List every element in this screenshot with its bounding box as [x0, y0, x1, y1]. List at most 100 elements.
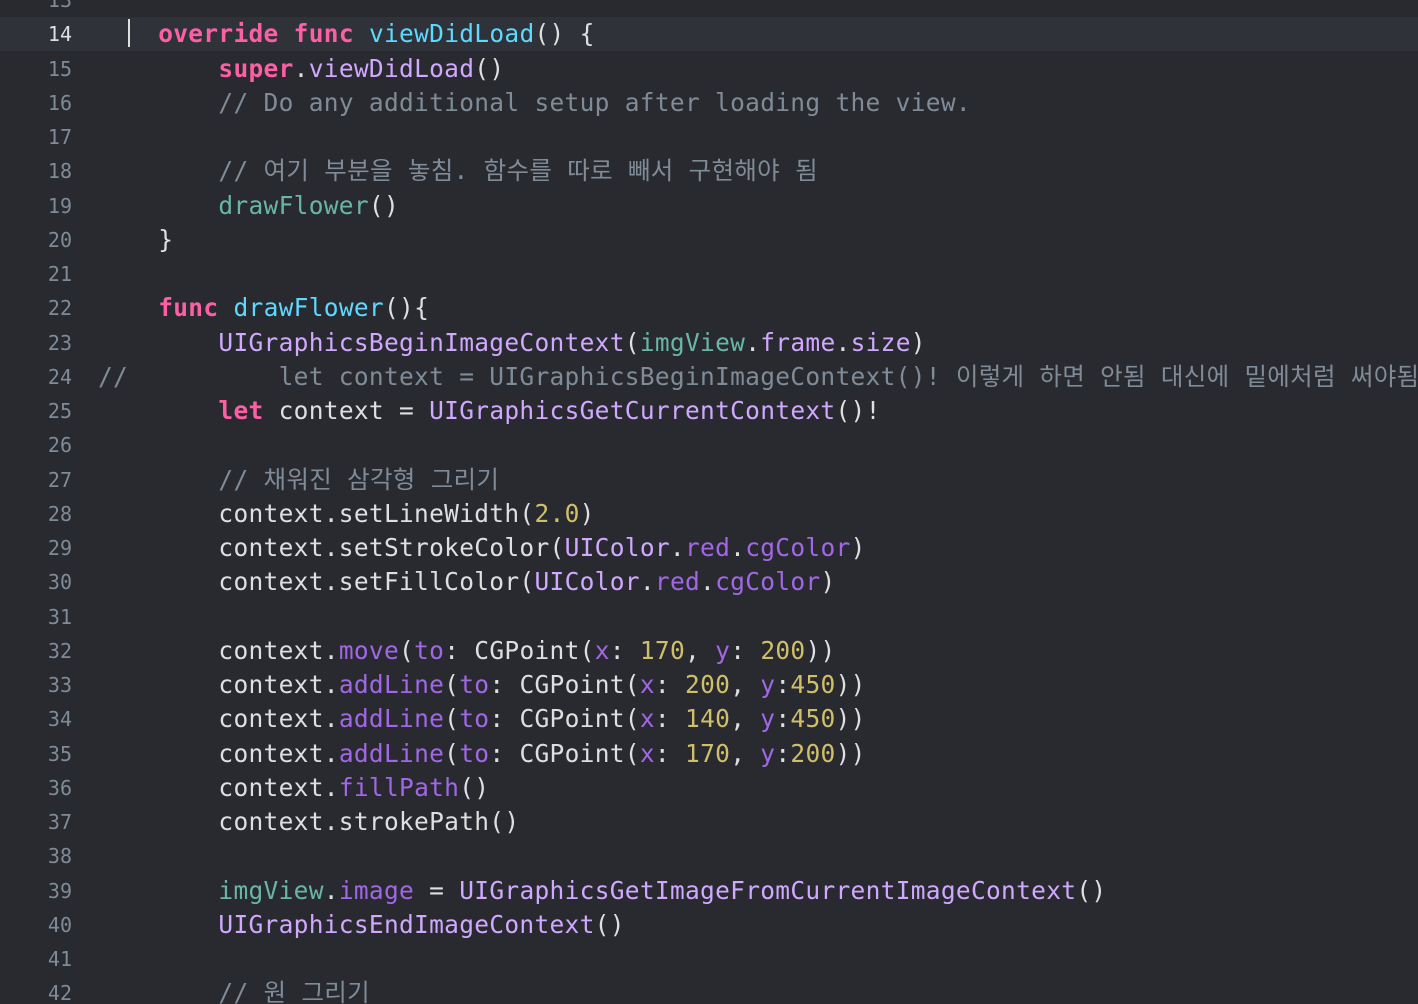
code-line[interactable]: 30 context.setFillColor(UIColor.red.cgCo…	[0, 565, 1418, 599]
code-line[interactable]: 34 context.addLine(to: CGPoint(x: 140, y…	[0, 702, 1418, 736]
code-token: : CGPoint(	[489, 738, 640, 768]
line-number: 27	[47, 467, 72, 492]
code-line[interactable]: 21	[0, 257, 1418, 291]
code-editor[interactable]: 13 14 override func viewDidLoad() {15 sup…	[0, 0, 1418, 1004]
line-number: 42	[47, 981, 72, 1004]
line-number: 39	[47, 878, 72, 903]
code-text: let context = UIGraphicsGetCurrentContex…	[98, 396, 881, 426]
line-number: 29	[47, 536, 72, 560]
code-token: cgColor	[745, 533, 851, 562]
code-line[interactable]: 13	[0, 0, 1418, 17]
code-token: (	[444, 704, 460, 734]
code-token: ,	[730, 704, 761, 734]
code-token: ,	[730, 670, 761, 699]
code-line[interactable]: 14 override func viewDidLoad() {	[0, 17, 1418, 52]
code-token: fillPath	[338, 772, 460, 802]
line-number: 30	[47, 570, 72, 595]
code-token: }	[98, 224, 174, 254]
text-cursor	[128, 19, 130, 48]
code-text: override func viewDidLoad() {	[98, 19, 595, 49]
code-token: imgView	[639, 327, 746, 357]
code-line[interactable]: 28 context.setLineWidth(2.0)	[0, 497, 1418, 531]
code-line[interactable]: 24 // let context = UIGraphicsBeginImageC…	[0, 360, 1418, 394]
code-token: (	[444, 738, 460, 768]
code-line[interactable]: 31	[0, 600, 1418, 634]
line-number: 33	[47, 673, 72, 697]
code-token: context.	[98, 704, 339, 734]
code-token: UIGraphicsGetCurrentContext	[429, 396, 836, 425]
code-line[interactable]: 41	[0, 942, 1418, 976]
line-number: 32	[47, 638, 72, 663]
code-token: drawFlower	[218, 190, 369, 220]
code-line[interactable]: 16 // Do any additional setup after load…	[0, 86, 1418, 120]
code-token: context =	[263, 396, 430, 425]
code-line[interactable]: 27 // 채워진 삼각형 그리기	[0, 463, 1418, 497]
line-number: 20	[47, 227, 72, 252]
code-line[interactable]: 15 super.viewDidLoad()	[0, 52, 1418, 86]
code-line[interactable]: 17	[0, 120, 1418, 154]
code-line[interactable]: 29 context.setStrokeColor(UIColor.red.cg…	[0, 531, 1418, 565]
code-token: :	[730, 635, 761, 665]
code-token: imgView	[218, 875, 324, 905]
code-line[interactable]: 39 imgView.image = UIGraphicsGetImageFro…	[0, 874, 1418, 908]
code-line[interactable]: 19 drawFlower()	[0, 189, 1418, 223]
code-token: override	[158, 19, 279, 49]
code-token: (	[624, 327, 640, 357]
code-line[interactable]: 25 let context = UIGraphicsGetCurrentCon…	[0, 394, 1418, 428]
code-line[interactable]: 37 context.strokePath()	[0, 805, 1418, 839]
line-number: 31	[47, 604, 72, 629]
code-token: context.setFillColor(	[98, 567, 535, 597]
code-line[interactable]: 35 context.addLine(to: CGPoint(x: 170, y…	[0, 737, 1418, 771]
code-token: .	[293, 53, 309, 83]
code-text: super.viewDidLoad()	[98, 54, 504, 84]
code-token: func	[293, 19, 354, 49]
code-token: let	[218, 396, 264, 425]
code-token: ))	[835, 738, 866, 768]
code-line[interactable]: 40 UIGraphicsEndImageContext()	[0, 908, 1418, 942]
code-line[interactable]: 26	[0, 428, 1418, 462]
code-token: (	[444, 670, 460, 699]
code-token: red	[654, 567, 701, 597]
code-line[interactable]: 18 // 여기 부분을 놓침. 함수를 따로 빼서 구현해야 됨	[0, 154, 1418, 188]
line-number: 40	[47, 912, 72, 937]
code-line[interactable]: 23 UIGraphicsBeginImageContext(imgView.f…	[0, 326, 1418, 360]
code-token: ()!	[835, 396, 881, 425]
code-token: cgColor	[715, 567, 821, 597]
code-line[interactable]: 20 }	[0, 223, 1418, 257]
code-token: .	[639, 567, 655, 597]
code-token: viewDidLoad	[368, 19, 535, 49]
code-token: // Do any additional setup after loading…	[98, 87, 971, 117]
line-number: 25	[47, 399, 72, 423]
line-number: 41	[47, 947, 72, 971]
code-token: )	[820, 567, 836, 597]
code-token: () {	[534, 19, 595, 49]
code-token: ()	[459, 772, 490, 802]
code-line[interactable]: 38	[0, 839, 1418, 873]
code-text: context.setFillColor(UIColor.red.cgColor…	[98, 567, 836, 597]
code-token: : CGPoint(	[489, 704, 640, 734]
line-number: 34	[47, 707, 72, 732]
code-line[interactable]: 42 // 원 그리기	[0, 976, 1418, 1004]
code-token: x	[594, 635, 610, 665]
code-text: context.addLine(to: CGPoint(x: 170, y:20…	[98, 739, 866, 769]
code-token: to	[459, 670, 490, 699]
code-line[interactable]: 33 context.addLine(to: CGPoint(x: 200, y…	[0, 668, 1418, 702]
line-number: 23	[47, 330, 72, 355]
code-token: x	[639, 738, 655, 768]
code-token: func	[158, 293, 219, 323]
code-text: context.addLine(to: CGPoint(x: 200, y:45…	[98, 670, 866, 700]
code-line[interactable]: 22 func drawFlower(){	[0, 291, 1418, 325]
code-token: frame	[760, 327, 836, 357]
code-line[interactable]: 32 context.move(to: CGPoint(x: 170, y: 2…	[0, 634, 1418, 668]
code-token: ()	[1076, 875, 1107, 905]
code-token: :	[775, 704, 791, 734]
code-line[interactable]: 36 context.fillPath()	[0, 771, 1418, 805]
line-number: 19	[47, 193, 72, 218]
